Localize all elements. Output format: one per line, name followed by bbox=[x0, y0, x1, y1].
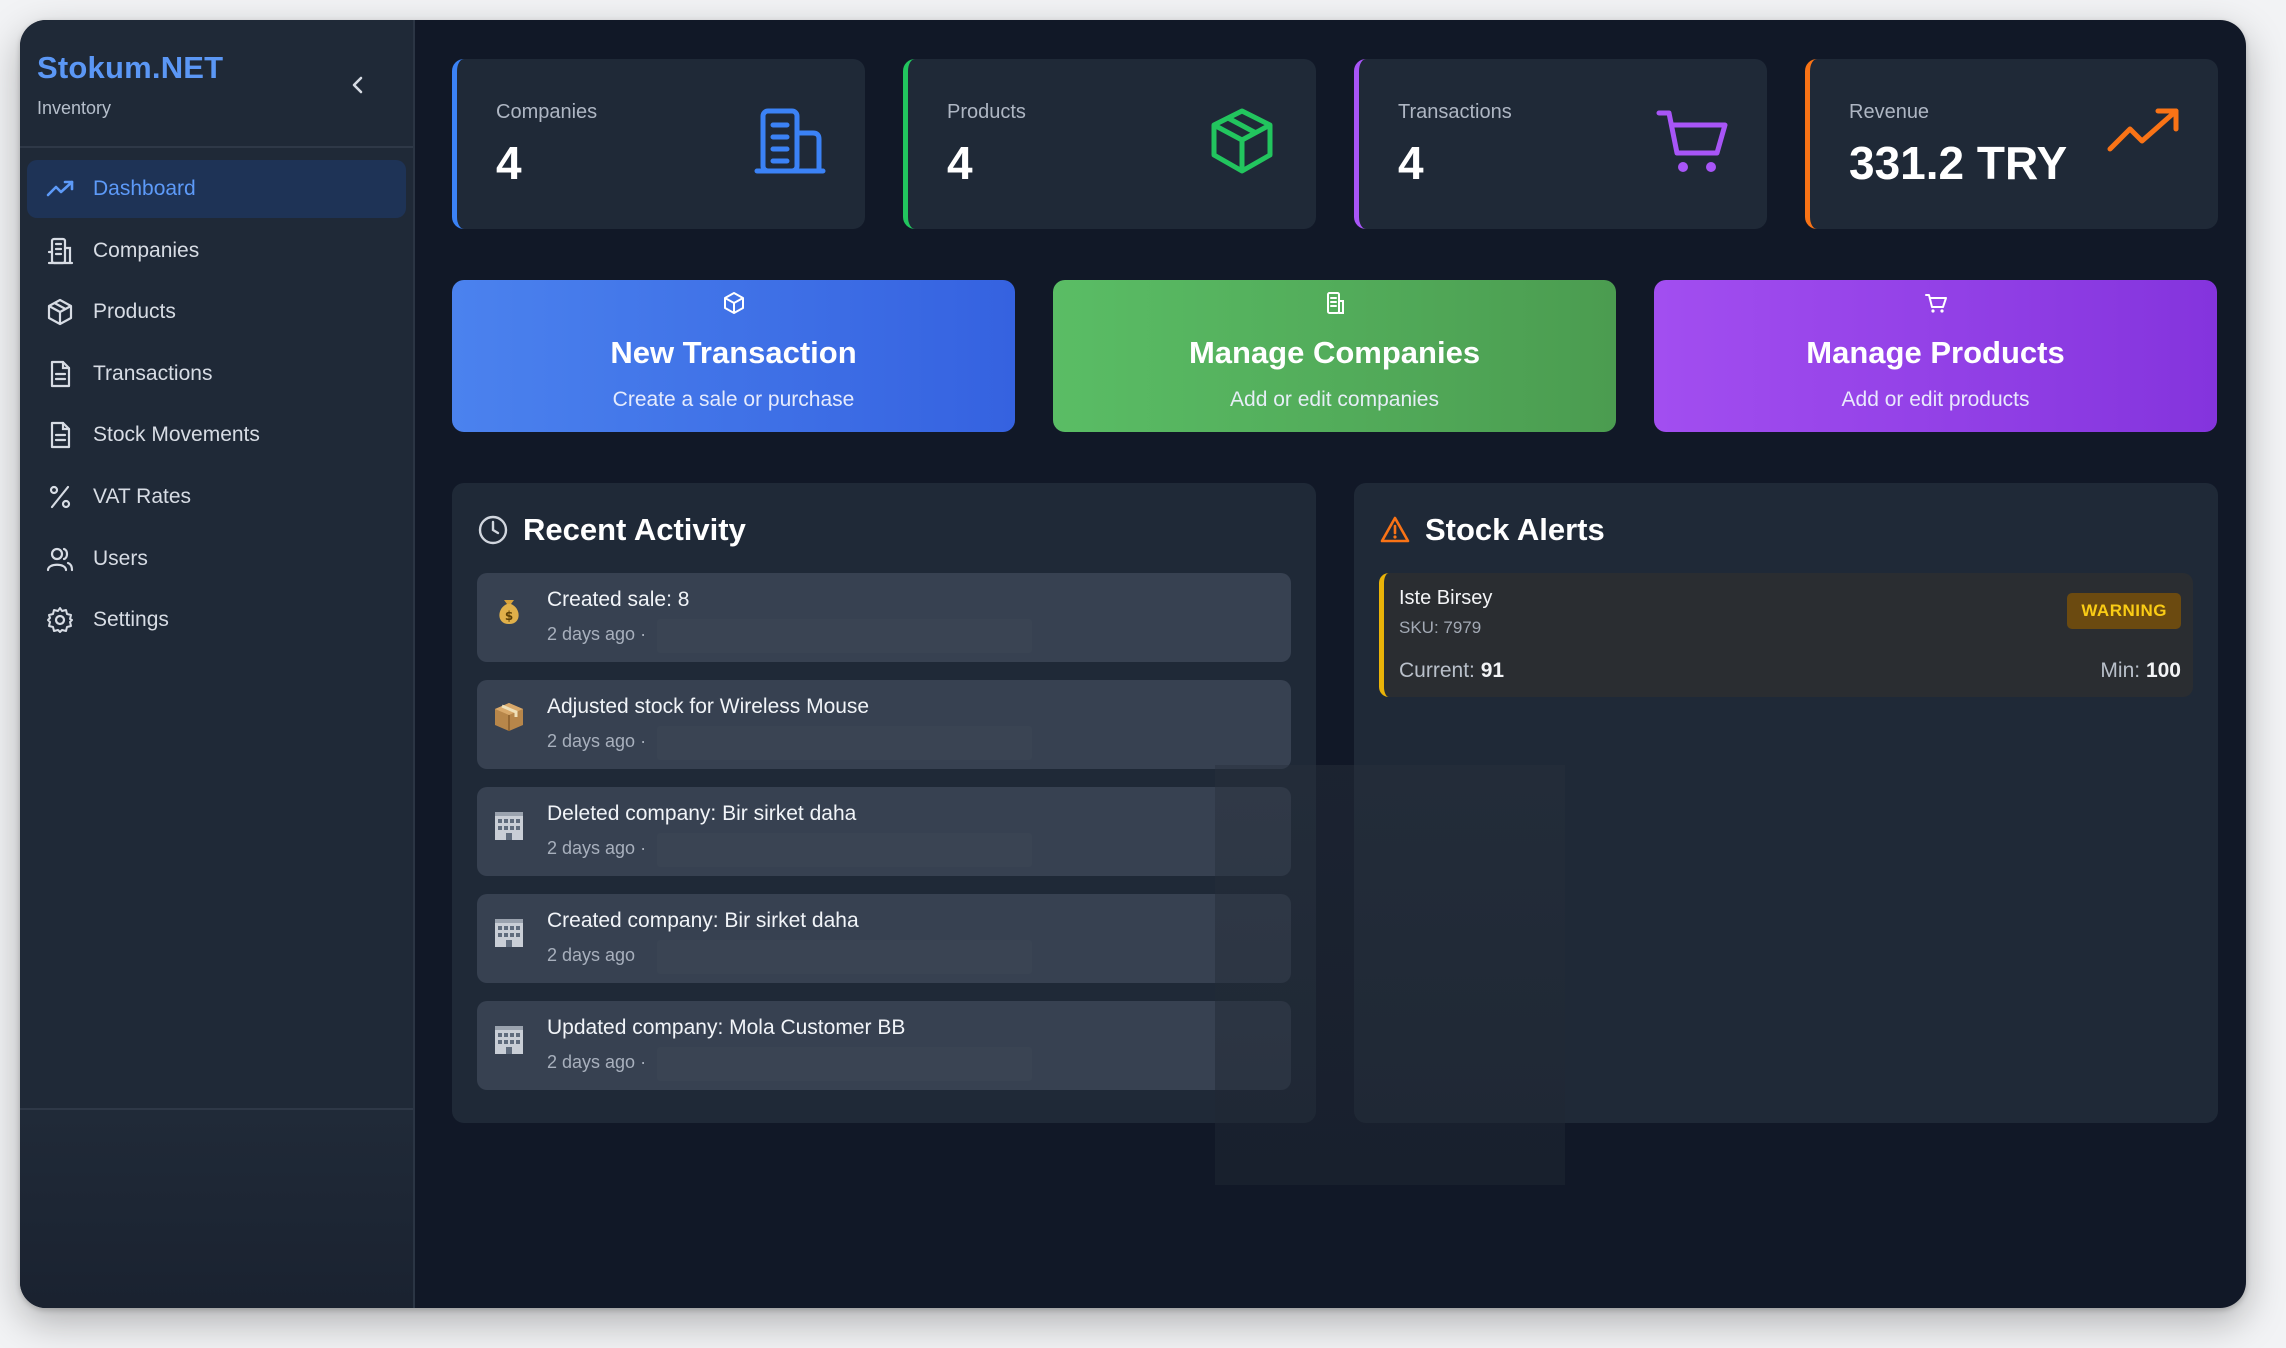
office-building-icon bbox=[495, 919, 523, 947]
recent-activity-panel: Recent Activity $ Created sale: 8 2 days… bbox=[452, 483, 1316, 1123]
activity-title: Adjusted stock for Wireless Mouse bbox=[547, 695, 870, 718]
main-content: Companies 4 Products 4 Transactions 4 Re… bbox=[415, 20, 2246, 1308]
manage-companies-button[interactable]: Manage Companies Add or edit companies bbox=[1053, 280, 1616, 432]
sidebar-item-label: Products bbox=[93, 300, 176, 324]
cart-icon bbox=[1924, 294, 1947, 313]
alert-min: Min: 100 bbox=[2100, 659, 2181, 683]
brand-subtitle: Inventory bbox=[37, 98, 112, 118]
stat-card-products: Products 4 bbox=[903, 59, 1316, 229]
activity-item[interactable]: Created company: Bir sirket daha 2 days … bbox=[477, 894, 1291, 983]
panel-header: Stock Alerts bbox=[1379, 510, 2193, 550]
sidebar-item-label: VAT Rates bbox=[93, 484, 192, 508]
activity-title: Created company: Bir sirket daha bbox=[547, 909, 859, 932]
users-icon bbox=[45, 544, 75, 574]
sidebar-item-label: Companies bbox=[93, 238, 200, 262]
panel-header: Recent Activity bbox=[477, 510, 1291, 550]
redacted-strip bbox=[657, 726, 1032, 760]
stock-alert-card[interactable]: Iste Birsey SKU: 7979 WARNING Current: 9… bbox=[1379, 573, 2193, 697]
stat-card-revenue: Revenue 331.2 TRY bbox=[1805, 59, 2218, 229]
alert-levels: Current: 91 Min: 100 bbox=[1399, 659, 2181, 683]
sidebar-item-label: Transactions bbox=[93, 361, 213, 385]
activity-item[interactable]: Adjusted stock for Wireless Mouse 2 days… bbox=[477, 680, 1291, 769]
activity-title: Created sale: 8 bbox=[547, 588, 690, 611]
alert-current: Current: 91 bbox=[1399, 659, 1504, 683]
action-subtitle: Add or edit companies bbox=[1230, 388, 1439, 411]
panel-title: Recent Activity bbox=[523, 512, 746, 547]
redacted-strip bbox=[657, 619, 1032, 653]
sidebar-item-transactions[interactable]: Transactions bbox=[27, 345, 406, 403]
stat-card-transactions: Transactions 4 bbox=[1354, 59, 1767, 229]
action-subtitle: Add or edit products bbox=[1841, 388, 2030, 411]
sidebar-item-stock-movements[interactable]: Stock Movements bbox=[27, 406, 406, 464]
brand-header: Stokum.NET Inventory bbox=[20, 20, 413, 148]
activity-item[interactable]: Updated company: Mola Customer BB 2 days… bbox=[477, 1001, 1291, 1090]
sidebar-item-users[interactable]: Users bbox=[27, 530, 406, 588]
alert-current-value: 91 bbox=[1480, 659, 1505, 682]
sidebar-item-settings[interactable]: Settings bbox=[27, 591, 406, 649]
action-subtitle: Create a sale or purchase bbox=[612, 388, 855, 411]
gear-icon bbox=[45, 605, 75, 635]
building-icon bbox=[754, 108, 826, 174]
activity-title: Updated company: Mola Customer BB bbox=[547, 1016, 906, 1039]
collapse-sidebar-button[interactable] bbox=[343, 70, 373, 100]
sidebar-item-products[interactable]: Products bbox=[27, 283, 406, 341]
activity-title: Deleted company: Bir sirket daha bbox=[547, 802, 857, 825]
sidebar-item-companies[interactable]: Companies bbox=[27, 222, 406, 280]
redacted-strip bbox=[657, 940, 1032, 974]
panel-title: Stock Alerts bbox=[1425, 512, 1605, 547]
activity-item[interactable]: $ Created sale: 8 2 days ago · bbox=[477, 573, 1291, 662]
stat-card-companies: Companies 4 bbox=[452, 59, 865, 229]
cart-icon bbox=[1656, 110, 1728, 172]
redacted-strip bbox=[657, 1047, 1032, 1081]
action-title: Manage Products bbox=[1806, 335, 2065, 370]
sidebar-item-label: Settings bbox=[93, 608, 169, 632]
alert-min-value: 100 bbox=[2145, 659, 2181, 682]
manage-products-button[interactable]: Manage Products Add or edit products bbox=[1654, 280, 2217, 432]
sidebar-footer bbox=[20, 1108, 413, 1308]
clock-icon bbox=[477, 514, 509, 546]
document-icon bbox=[45, 420, 75, 450]
action-title: New Transaction bbox=[610, 335, 857, 370]
sidebar-item-label: Dashboard bbox=[93, 177, 196, 200]
sidebar-item-dashboard[interactable]: Dashboard bbox=[27, 160, 406, 218]
status-badge: WARNING bbox=[2067, 593, 2181, 629]
office-building-icon bbox=[495, 812, 523, 840]
sidebar: Stokum.NET Inventory Dashboard Companies bbox=[20, 20, 415, 1308]
building-icon bbox=[1326, 292, 1344, 314]
package-icon bbox=[45, 297, 75, 327]
alert-current-label: Current: bbox=[1399, 659, 1475, 682]
activity-item[interactable]: Deleted company: Bir sirket daha 2 days … bbox=[477, 787, 1291, 876]
sidebar-item-label: Stock Movements bbox=[93, 423, 260, 447]
building-icon bbox=[45, 236, 75, 266]
package-icon bbox=[1211, 108, 1273, 174]
stock-alerts-panel: Stock Alerts Iste Birsey SKU: 7979 WARNI… bbox=[1354, 483, 2218, 1123]
chevron-left-icon bbox=[352, 76, 363, 94]
money-bag-icon: $ bbox=[499, 600, 519, 624]
alert-min-label: Min: bbox=[2100, 659, 2141, 682]
sidebar-item-label: Users bbox=[93, 546, 148, 570]
app-window: Stokum.NET Inventory Dashboard Companies bbox=[20, 20, 2246, 1308]
warning-icon bbox=[1379, 514, 1411, 546]
trend-up-icon bbox=[45, 174, 75, 204]
new-transaction-button[interactable]: New Transaction Create a sale or purchas… bbox=[452, 280, 1015, 432]
panels-row: Recent Activity $ Created sale: 8 2 days… bbox=[452, 483, 2219, 1123]
sidebar-item-vat-rates[interactable]: VAT Rates bbox=[27, 468, 406, 526]
trend-up-icon bbox=[2107, 108, 2179, 152]
office-building-icon bbox=[495, 1026, 523, 1054]
document-icon bbox=[45, 359, 75, 389]
percent-icon bbox=[45, 482, 75, 512]
sidebar-nav: Dashboard Companies Products Transaction… bbox=[20, 148, 413, 665]
box-icon bbox=[495, 703, 523, 731]
action-title: Manage Companies bbox=[1188, 335, 1481, 370]
redacted-strip bbox=[657, 833, 1032, 867]
stats-row: Companies 4 Products 4 Transactions 4 Re… bbox=[452, 59, 2219, 229]
package-icon bbox=[723, 292, 744, 314]
svg-text:$: $ bbox=[505, 609, 513, 623]
quick-actions: New Transaction Create a sale or purchas… bbox=[452, 280, 2219, 432]
